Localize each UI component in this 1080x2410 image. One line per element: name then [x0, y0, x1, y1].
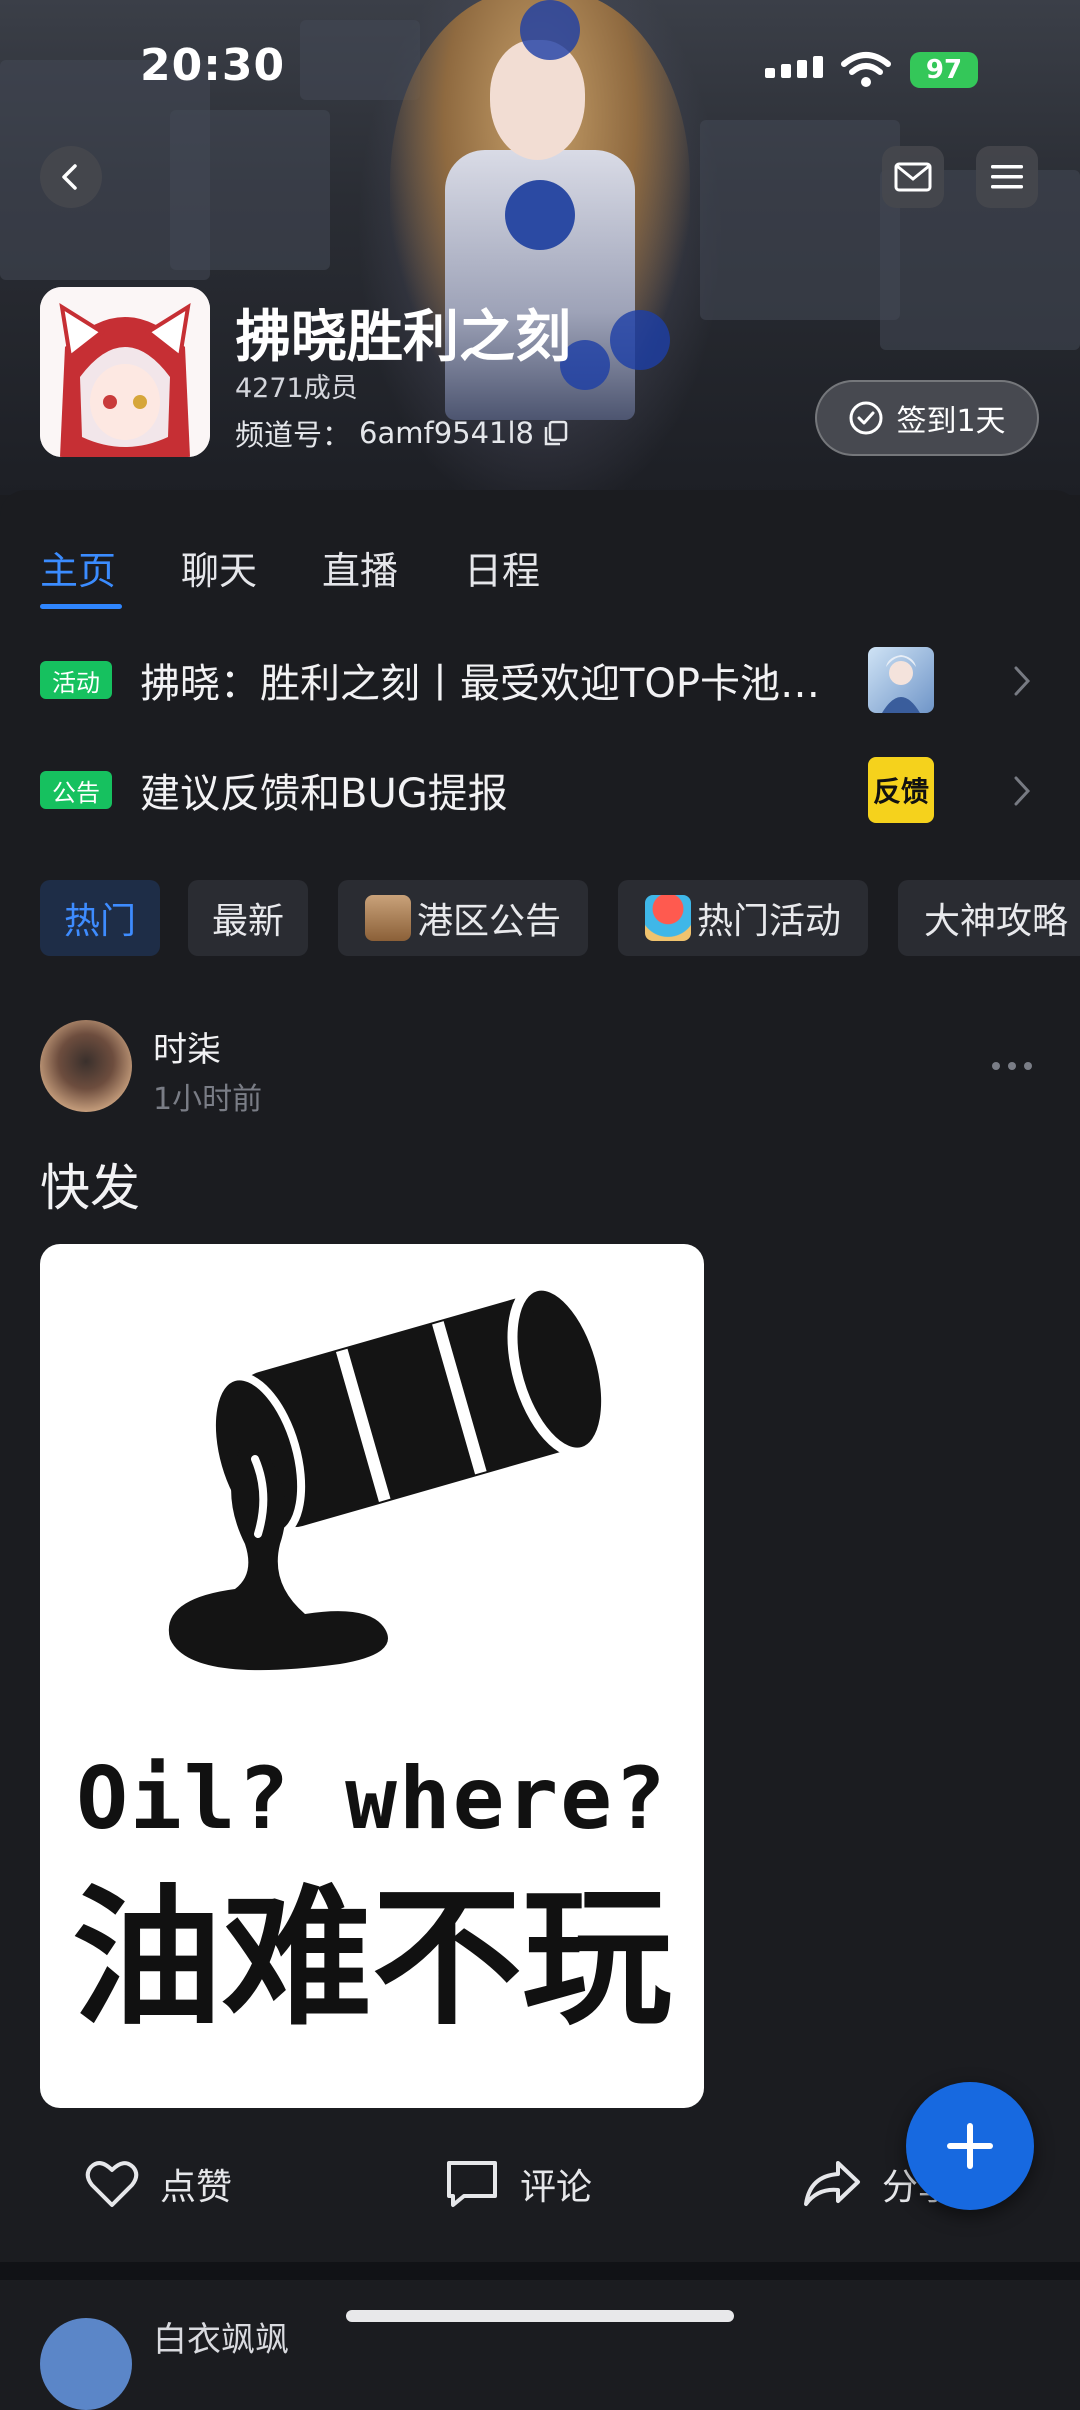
notice-announcement-text: 建议反馈和BUG提报: [140, 771, 508, 817]
signal-icon: [765, 56, 823, 78]
image-caption-cn: 油难不玩: [71, 1872, 672, 2046]
status-bar: 20:30 97: [0, 0, 1080, 140]
channel-id-label: 频道号：: [235, 418, 352, 452]
comment-label: 评论: [520, 2167, 593, 2208]
channel-id: 频道号： 6amf9541l8: [235, 412, 570, 454]
comment-icon: [447, 2161, 497, 2207]
feedback-thumb-text: 反馈: [872, 775, 929, 808]
next-author-name[interactable]: 白衣飒飒: [153, 2312, 289, 2361]
chip-label: 热门活动: [696, 901, 841, 942]
tab-schedule[interactable]: 日程: [464, 540, 540, 595]
mail-button[interactable]: [882, 146, 944, 208]
menu-button[interactable]: [976, 146, 1038, 208]
copy-icon[interactable]: [542, 419, 570, 447]
image-caption-en: Oil? where?: [76, 1749, 668, 1849]
activity-tag: 活动: [40, 661, 112, 699]
post-text: 快发: [40, 1159, 140, 1217]
battery-indicator: 97: [910, 52, 978, 88]
filter-chip-latest[interactable]: 最新: [188, 880, 308, 956]
plus-icon: [947, 2123, 993, 2169]
checkin-label: 签到1天: [896, 404, 1006, 439]
battery-level: 97: [925, 55, 963, 85]
chip-label: 大神攻略: [924, 901, 1069, 942]
home-indicator: [346, 2310, 734, 2322]
member-count: 4271成员: [235, 373, 358, 404]
active-tab-indicator: [40, 604, 122, 609]
channel-title: 拂晓胜利之刻: [235, 305, 571, 370]
filter-chip-hot[interactable]: 热门: [40, 880, 160, 956]
filter-chip-events[interactable]: 热门活动: [618, 880, 868, 956]
announcement-tag: 公告: [40, 771, 112, 809]
status-time: 20:30: [140, 40, 286, 91]
post-image[interactable]: Oil? where? 油难不玩: [40, 1244, 704, 2108]
mail-icon: [894, 162, 932, 192]
more-options-button[interactable]: [992, 1062, 1032, 1070]
chevron-right-icon[interactable]: [1012, 665, 1032, 697]
wifi-icon: [841, 52, 891, 87]
menu-icon: [991, 165, 1023, 189]
chevron-right-icon[interactable]: [1012, 775, 1032, 807]
dot-icon: [992, 1062, 1000, 1070]
like-button[interactable]: 点赞: [84, 2158, 232, 2210]
channel-avatar[interactable]: [40, 287, 210, 457]
post-divider: [0, 2262, 1080, 2280]
notice-activity-thumbnail: [868, 647, 934, 713]
scroll-icon: [364, 895, 411, 941]
notice-announcement-thumbnail: 反馈: [868, 757, 934, 823]
share-icon: [804, 2161, 860, 2206]
oil-barrel-illustration: [168, 1280, 612, 1671]
tab-chat[interactable]: 聊天: [181, 540, 257, 595]
author-avatar[interactable]: [40, 1020, 132, 1112]
filter-chip-announcements[interactable]: 港区公告: [338, 880, 588, 956]
filter-chip-guides[interactable]: 大神攻略: [898, 880, 1080, 956]
dot-icon: [1008, 1062, 1016, 1070]
heart-icon: [85, 2161, 139, 2207]
checkin-button[interactable]: 签到1天: [815, 380, 1039, 456]
tab-home[interactable]: 主页: [40, 540, 116, 595]
author-name[interactable]: 时柒: [153, 1022, 221, 1071]
channel-id-value: 6amf9541l8: [359, 416, 535, 450]
notice-activity-text: 拂晓：胜利之刻丨最受欢迎TOP卡池投票: [140, 661, 860, 707]
comment-button[interactable]: 评论: [444, 2158, 592, 2210]
beach-icon: [644, 895, 691, 941]
back-button[interactable]: [40, 146, 102, 208]
check-circle-icon: [849, 401, 883, 435]
tab-live[interactable]: 直播: [322, 540, 398, 595]
post-time: 1小时前: [153, 1082, 263, 1117]
chevron-left-icon: [62, 164, 77, 190]
new-post-button[interactable]: [906, 2082, 1034, 2210]
chip-label: 港区公告: [416, 901, 561, 942]
next-author-avatar[interactable]: [40, 2318, 132, 2410]
chip-label: 最新: [211, 901, 284, 942]
dot-icon: [1024, 1062, 1032, 1070]
chip-label: 热门: [63, 901, 136, 942]
like-label: 点赞: [160, 2167, 233, 2208]
